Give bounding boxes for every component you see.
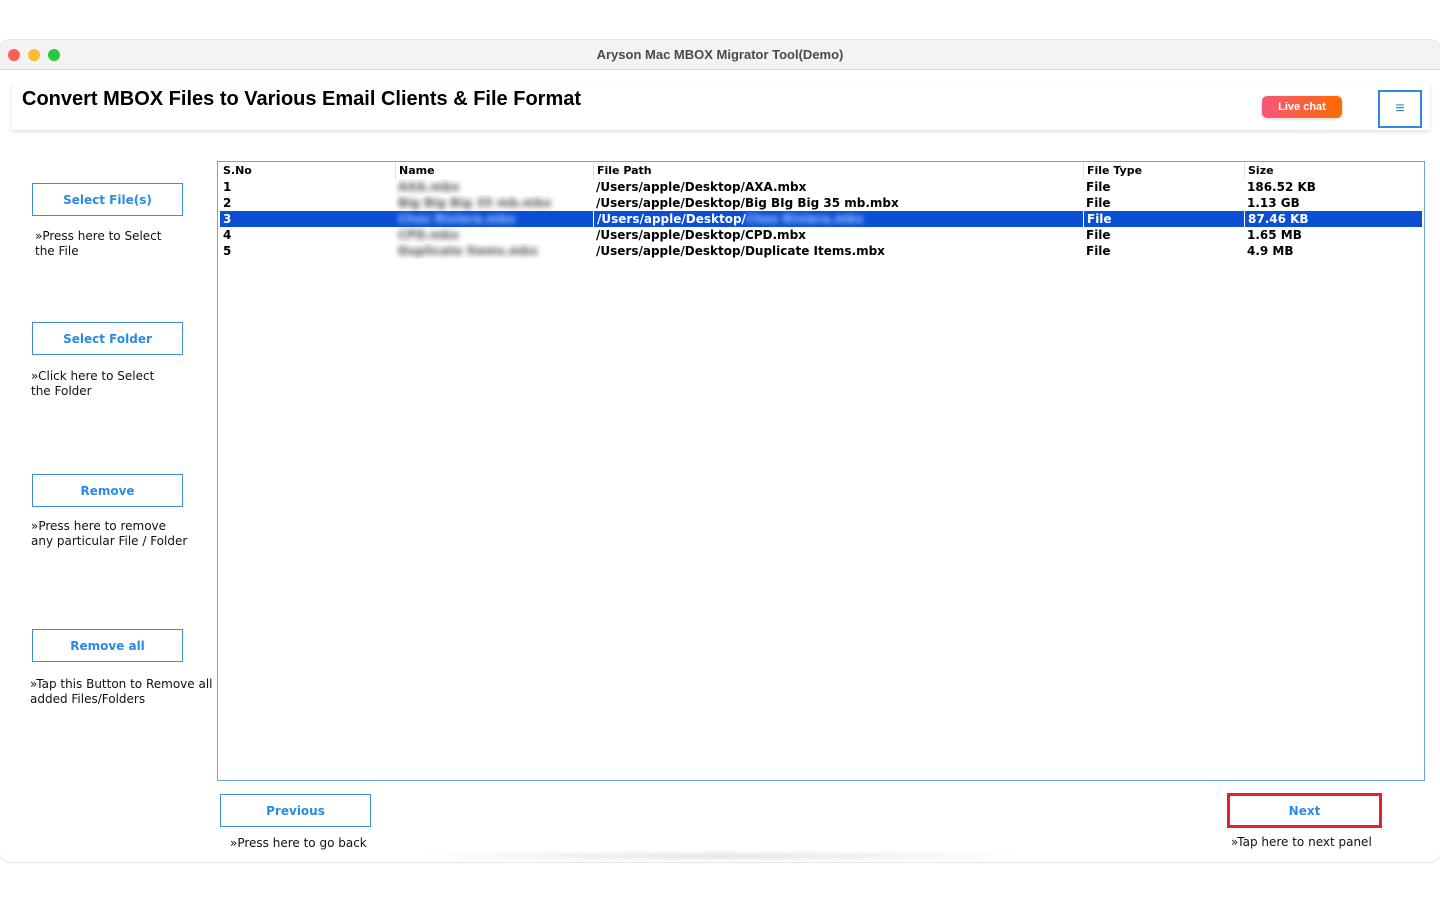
cell-sno: 5 <box>223 244 232 258</box>
table-row[interactable]: 1 AXA.mbx /Users/apple/Desktop/AXA.mbx F… <box>220 179 1422 195</box>
cell-sno: 2 <box>223 196 232 210</box>
cell-name: AXA.mbx <box>398 180 460 194</box>
cell-size: 87.46 KB <box>1244 211 1422 227</box>
column-header-size[interactable]: Size <box>1244 163 1422 179</box>
remove-all-hint: »Tap this Button to Remove all added Fil… <box>30 677 213 706</box>
select-folder-hint: »Click here to Select the Folder <box>31 369 155 398</box>
cell-file-type: File <box>1083 211 1244 227</box>
live-chat-button[interactable]: Live chat <box>1262 96 1342 118</box>
cell-file-path: /Users/apple/Desktop/CPD.mbx <box>596 228 806 242</box>
cell-name: Chez Riviera.mbx <box>398 212 516 226</box>
select-folder-button[interactable]: Select Folder <box>32 322 183 355</box>
cell-name: Big Big Big 35 mb.mbx <box>398 196 552 210</box>
cell-sno: 1 <box>223 180 232 194</box>
column-header-file-path[interactable]: File Path <box>593 163 1083 179</box>
hamburger-menu-icon: ≡ <box>1395 100 1405 117</box>
remove-all-button[interactable]: Remove all <box>32 629 183 662</box>
cell-name: CPD.mbx <box>398 228 459 242</box>
remove-hint: »Press here to remove any particular Fil… <box>31 519 188 548</box>
column-header-sno[interactable]: S.No <box>220 163 395 179</box>
menu-button[interactable]: ≡ <box>1378 90 1422 128</box>
cell-file-path: /Users/apple/Desktop/AXA.mbx <box>596 180 807 194</box>
cell-name: Duplicate Items.mbx <box>398 244 538 258</box>
select-files-hint: »Press here to Select the File <box>35 229 162 258</box>
cell-file-path: /Users/apple/Desktop/Chez Riviera.mbx <box>593 211 1083 227</box>
table-row[interactable]: 5 Duplicate Items.mbx /Users/apple/Deskt… <box>220 243 1422 259</box>
cell-sno: 4 <box>223 228 232 242</box>
bottom-shadow <box>400 850 1040 862</box>
cell-size: 1.13 GB <box>1247 196 1300 210</box>
cell-file-type: File <box>1086 244 1111 258</box>
cell-size: 186.52 KB <box>1247 180 1316 194</box>
previous-hint: »Press here to go back <box>230 836 367 850</box>
table-row[interactable]: 2 Big Big Big 35 mb.mbx /Users/apple/Des… <box>220 195 1422 211</box>
title-bar: Aryson Mac MBOX Migrator Tool(Demo) <box>0 40 1440 70</box>
cell-sno: 3 <box>223 212 232 226</box>
table-row-selected[interactable]: 3 Chez Riviera.mbx /Users/apple/Desktop/… <box>220 211 1422 227</box>
next-hint: »Tap here to next panel <box>1231 835 1372 849</box>
cell-file-type: File <box>1086 228 1111 242</box>
path-prefix: /Users/apple/Desktop/ <box>597 212 746 226</box>
cell-file-path: /Users/apple/Desktop/Big BIg Big 35 mb.m… <box>596 196 899 210</box>
header-bar: Convert MBOX Files to Various Email Clie… <box>12 82 1430 130</box>
app-window: Aryson Mac MBOX Migrator Tool(Demo) Conv… <box>0 40 1440 862</box>
cell-file-path: /Users/apple/Desktop/Duplicate Items.mbx <box>596 244 885 258</box>
cell-file-type: File <box>1086 180 1111 194</box>
cell-size: 4.9 MB <box>1247 244 1294 258</box>
cell-size: 1.65 MB <box>1247 228 1302 242</box>
path-filename: Chez Riviera.mbx <box>745 212 864 226</box>
window-title: Aryson Mac MBOX Migrator Tool(Demo) <box>596 47 844 62</box>
table-row[interactable]: 4 CPD.mbx /Users/apple/Desktop/CPD.mbx F… <box>220 227 1422 243</box>
next-button[interactable]: Next <box>1227 793 1382 828</box>
column-header-name[interactable]: Name <box>395 163 593 179</box>
remove-button[interactable]: Remove <box>32 474 183 507</box>
column-header-file-type[interactable]: File Type <box>1083 163 1244 179</box>
cell-file-type: File <box>1086 196 1111 210</box>
page-title: Convert MBOX Files to Various Email Clie… <box>22 88 582 110</box>
previous-button[interactable]: Previous <box>220 794 371 827</box>
table-header: S.No Name File Path File Type Size <box>220 163 1422 179</box>
file-table[interactable]: S.No Name File Path File Type Size 1 AXA… <box>217 161 1425 781</box>
select-files-button[interactable]: Select File(s) <box>32 183 183 216</box>
